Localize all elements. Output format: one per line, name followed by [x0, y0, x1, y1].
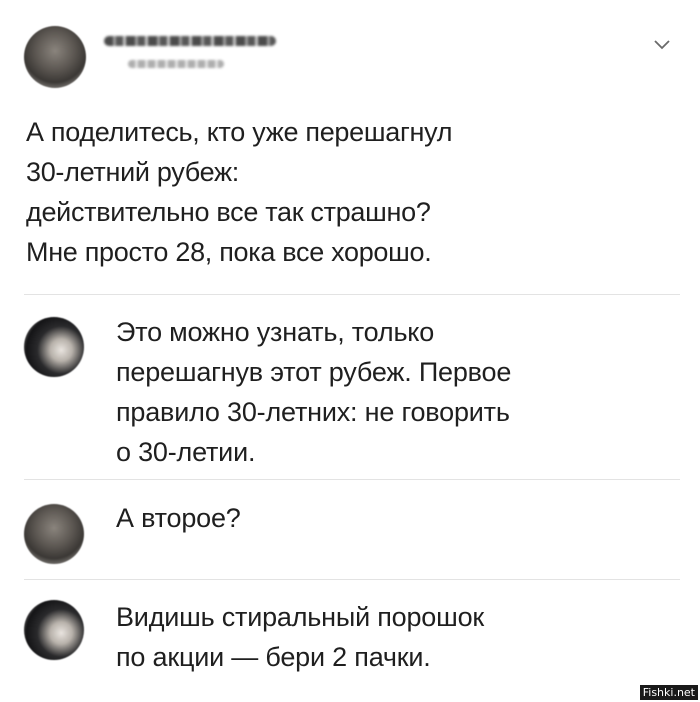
- comment: Это можно узнать, только перешагнув этот…: [24, 312, 676, 472]
- post-text-line: 30-летний рубеж:: [26, 157, 239, 187]
- comment: А второе?: [24, 498, 676, 568]
- comment-text-line: по акции — бери 2 пачки.: [116, 642, 431, 672]
- post-text-line: А поделитесь, кто уже перешагнул: [26, 117, 453, 147]
- chevron-down-icon[interactable]: [652, 38, 672, 52]
- comment-text-line: о 30-летии.: [116, 437, 256, 467]
- author-avatar[interactable]: [24, 26, 86, 88]
- commenter-avatar[interactable]: [24, 317, 84, 377]
- post-body: А поделитесь, кто уже перешагнул 30-летн…: [26, 112, 666, 272]
- divider: [24, 479, 680, 480]
- comment-text: А второе?: [116, 498, 676, 538]
- comment: Видишь стиральный порошок по акции — бер…: [24, 597, 676, 687]
- post-text-line: Мне просто 28, пока все хорошо.: [26, 237, 432, 267]
- commenter-avatar[interactable]: [24, 600, 84, 660]
- comment-text-line: Это можно узнать, только: [116, 317, 435, 347]
- comment-text-line: А второе?: [116, 503, 241, 533]
- post-text-line: действительно все так страшно?: [26, 197, 431, 227]
- comment-text: Это можно узнать, только перешагнув этот…: [116, 312, 676, 472]
- author-name-redacted: [104, 36, 276, 46]
- divider: [24, 294, 680, 295]
- watermark: Fishki.net: [639, 685, 698, 700]
- comment-text-line: перешагнув этот рубеж. Первое: [116, 357, 512, 387]
- post-header: [24, 26, 676, 90]
- divider: [24, 579, 680, 580]
- comment-text-line: Видишь стиральный порошок: [116, 602, 485, 632]
- comment-text-line: правило 30-летних: не говорить: [116, 397, 510, 427]
- commenter-avatar[interactable]: [24, 504, 84, 564]
- author-handle-redacted: [128, 60, 224, 68]
- comment-text: Видишь стиральный порошок по акции — бер…: [116, 597, 676, 677]
